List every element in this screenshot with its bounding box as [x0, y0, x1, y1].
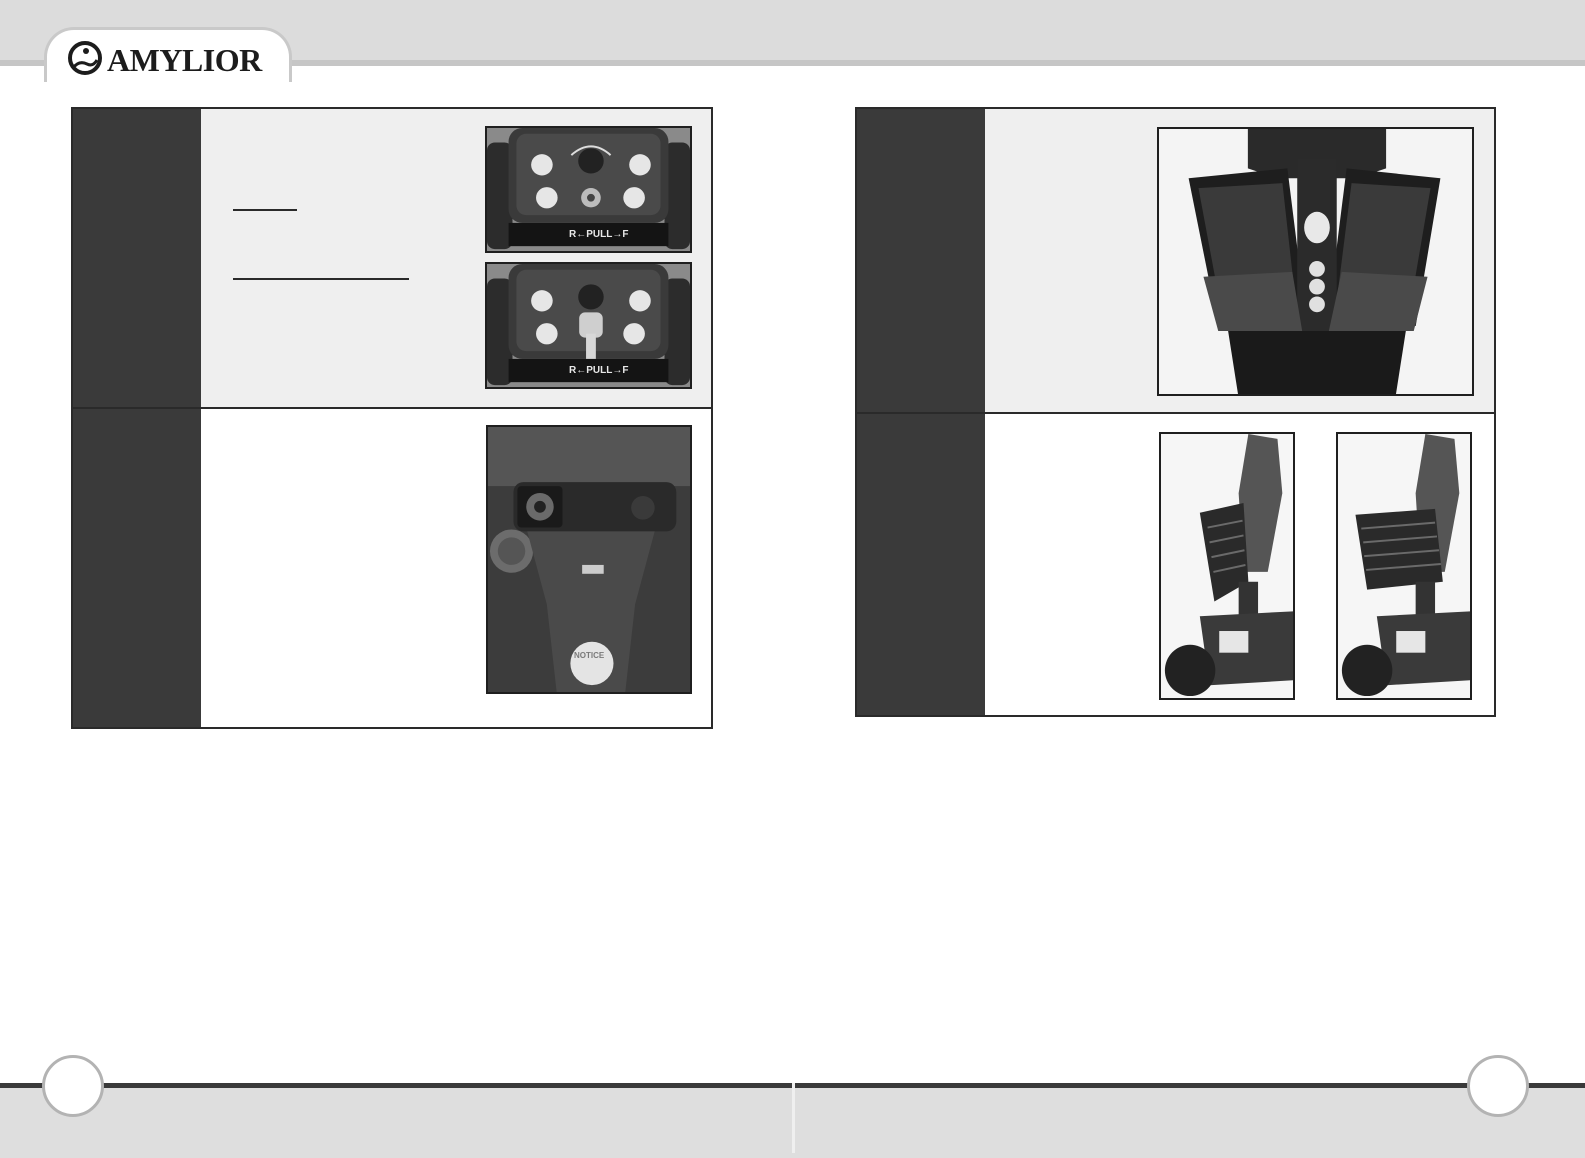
- left-row-key-switch: R←PULL→F R←PULL→F: [73, 109, 711, 407]
- wheelchair-swirl-logo-icon: [68, 41, 102, 75]
- underline-mark: [233, 278, 409, 280]
- control-panel-key-inserted-photo: R←PULL→F: [485, 262, 692, 389]
- charger-port-usb-photo: NOTICE: [486, 425, 692, 694]
- tiller-storage-pockets-photo: [1157, 127, 1474, 396]
- control-panel-label: R←PULL→F: [569, 365, 629, 376]
- right-row-storage: [857, 109, 1494, 412]
- front-basket-folded-photo: [1159, 432, 1295, 700]
- right-page-number-circle: [1467, 1055, 1529, 1117]
- row-content: NOTICE: [201, 409, 711, 727]
- left-row-charger-port: NOTICE: [73, 409, 711, 727]
- front-basket-open-photo: [1336, 432, 1472, 700]
- brand-name: AMYLIOR: [107, 42, 262, 78]
- row-content: R←PULL→F R←PULL→F: [201, 109, 711, 407]
- control-panel-label: R←PULL→F: [569, 229, 629, 240]
- left-page-number-circle: [42, 1055, 104, 1117]
- page-gutter: [792, 1083, 795, 1153]
- left-feature-table: R←PULL→F R←PULL→F NOTICE: [71, 107, 713, 729]
- row-content: [985, 414, 1494, 715]
- brand-logo-tab: AMYLIOR: [44, 27, 292, 82]
- row-side-label-block: [857, 414, 985, 715]
- right-row-front-basket: [857, 414, 1494, 715]
- row-side-label-block: [857, 109, 985, 412]
- right-feature-table: [855, 107, 1496, 717]
- control-panel-key-removed-photo: R←PULL→F: [485, 126, 692, 253]
- underline-mark: [233, 209, 297, 211]
- row-side-label-block: [73, 409, 201, 727]
- notice-sticker-text: NOTICE: [574, 651, 605, 660]
- row-content: [985, 109, 1494, 412]
- row-side-label-block: [73, 109, 201, 407]
